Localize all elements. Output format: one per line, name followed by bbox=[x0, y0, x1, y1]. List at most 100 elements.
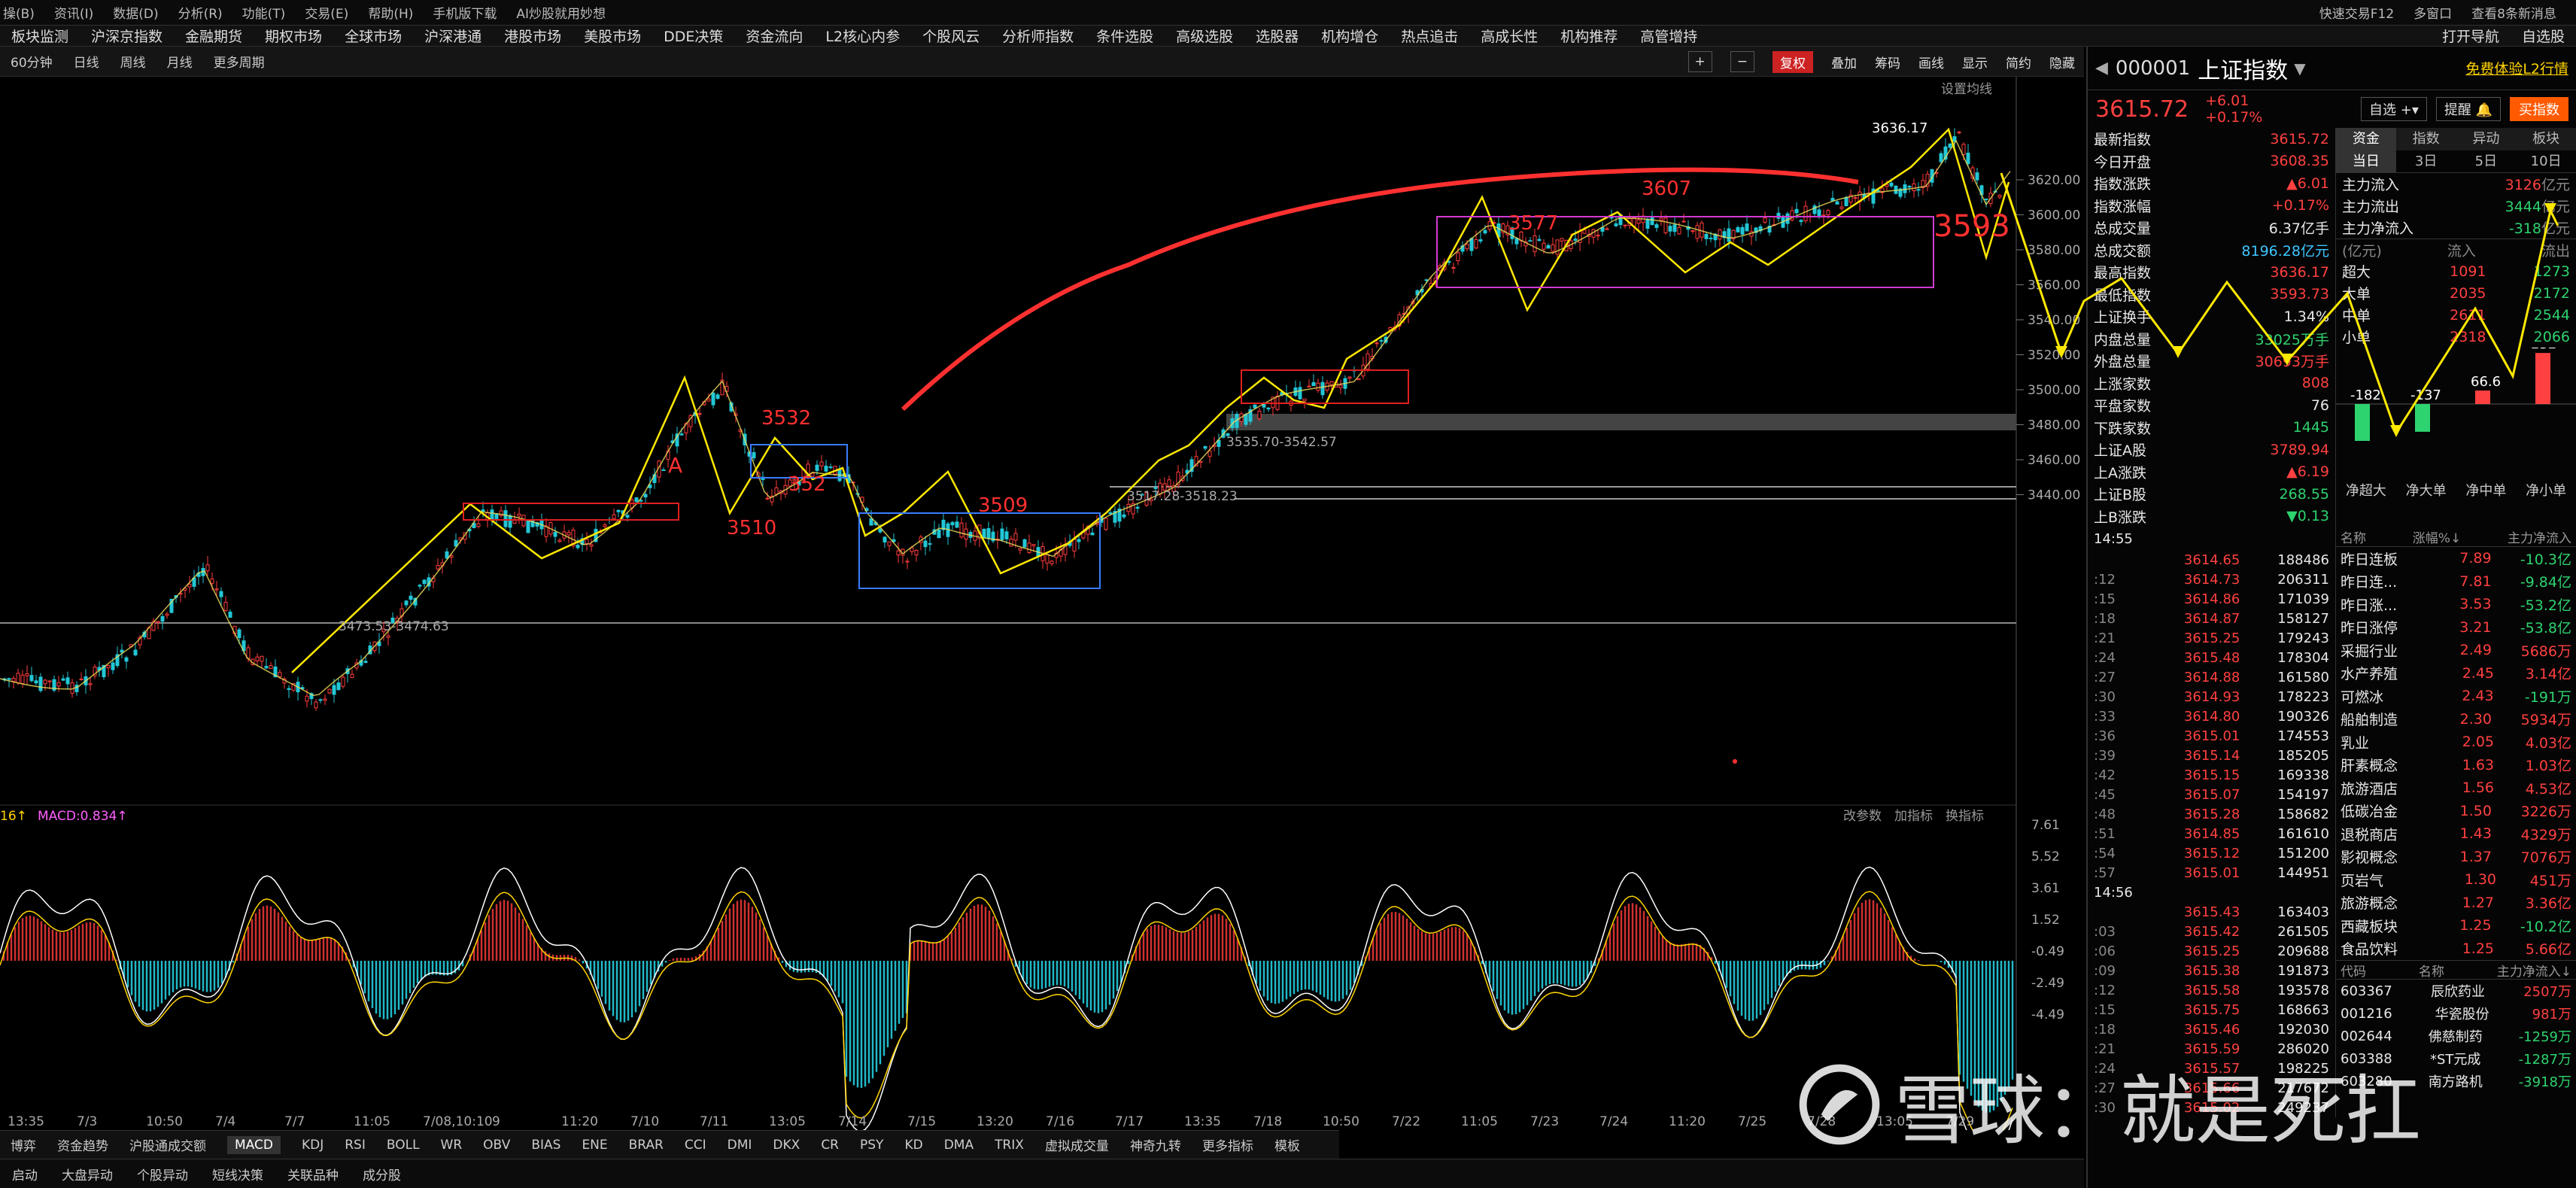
chart-tool-button[interactable]: 简约 bbox=[2006, 53, 2031, 71]
collapse-left-icon[interactable]: ◀ bbox=[2095, 59, 2108, 77]
nav-tab[interactable]: 高级选股 bbox=[1176, 26, 1233, 46]
sector-row[interactable]: 低碳冶金 1.50 3226万 bbox=[2336, 800, 2576, 823]
sector-row[interactable]: 旅游酒店 1.56 4.53亿 bbox=[2336, 776, 2576, 800]
sector-row[interactable]: 肝素概念 1.63 1.03亿 bbox=[2336, 754, 2576, 777]
period-tab[interactable]: 60分钟 bbox=[11, 52, 53, 71]
fund-tab[interactable]: 板块 bbox=[2516, 128, 2576, 150]
status-tab[interactable]: 个股异动 bbox=[137, 1165, 188, 1183]
status-tab[interactable]: 成分股 bbox=[363, 1165, 401, 1183]
nav-tab[interactable]: L2核心内参 bbox=[825, 26, 900, 46]
indicator-tab[interactable]: WR bbox=[441, 1138, 463, 1153]
fund-tab[interactable]: 指数 bbox=[2396, 128, 2456, 150]
indicator-tab[interactable]: 沪股通成交额 bbox=[129, 1135, 206, 1154]
sector-row[interactable]: 采掘行业 2.49 5686万 bbox=[2336, 639, 2576, 662]
sector-row[interactable]: 水产养殖 2.45 3.14亿 bbox=[2336, 662, 2576, 685]
indicator-tab[interactable]: TRIX bbox=[995, 1138, 1024, 1153]
nav-tab[interactable]: 沪深港通 bbox=[424, 26, 481, 46]
nav-tab[interactable]: 港股市场 bbox=[504, 26, 561, 46]
flow-period-tab[interactable]: 5日 bbox=[2456, 150, 2517, 172]
sector-row[interactable]: 页岩气 1.30 451万 bbox=[2336, 868, 2576, 892]
period-tab[interactable]: 更多周期 bbox=[214, 52, 265, 71]
indicator-tab[interactable]: KD bbox=[904, 1138, 922, 1153]
sector-row[interactable]: 旅游概念 1.27 3.36亿 bbox=[2336, 892, 2576, 915]
nav-tab[interactable]: 高成长性 bbox=[1481, 26, 1538, 46]
sector-row[interactable]: 昨日连板 7.89 -10.3亿 bbox=[2336, 547, 2576, 570]
menu-item[interactable]: 手机版下载 bbox=[433, 3, 497, 22]
chart-tool-button[interactable]: 筹码 bbox=[1875, 53, 1900, 71]
chart-tool-button[interactable]: 隐藏 bbox=[2049, 53, 2075, 71]
alert-button[interactable]: 提醒 🔔 bbox=[2435, 97, 2501, 121]
tick-list[interactable]: 14:55 3614.65 188486:12 3614.73 206311:15 361… bbox=[2088, 527, 2336, 1117]
nav-tab[interactable]: 板块监测 bbox=[11, 26, 68, 46]
chart-tool-button[interactable]: + bbox=[1687, 51, 1712, 72]
indicator-tab[interactable]: RSI bbox=[345, 1138, 366, 1153]
nav-tab[interactable]: 打开导航 bbox=[2442, 26, 2499, 46]
fav-button[interactable]: 自选 +▾ bbox=[2361, 97, 2427, 121]
nav-tab[interactable]: 机构增仓 bbox=[1321, 26, 1378, 46]
status-tab[interactable]: 关联品种 bbox=[287, 1165, 339, 1183]
fund-tab[interactable]: 资金 bbox=[2336, 128, 2396, 150]
macd-control-button[interactable]: 改参数 bbox=[1843, 809, 1882, 824]
menu-item[interactable]: 功能(T) bbox=[242, 3, 286, 22]
nav-tab[interactable]: 自选股 bbox=[2522, 26, 2565, 46]
sector-row[interactable]: 昨日连... 7.81 -9.84亿 bbox=[2336, 570, 2576, 594]
indicator-tab[interactable]: DMI bbox=[728, 1138, 752, 1153]
nav-tab[interactable]: 资金流向 bbox=[746, 26, 803, 46]
indicator-tab[interactable]: 模板 bbox=[1274, 1135, 1300, 1154]
l2-link[interactable]: 免费体验L2行情 bbox=[2465, 58, 2568, 78]
macd-control-button[interactable]: 换指标 bbox=[1946, 809, 1984, 824]
chart-tool-button[interactable]: 显示 bbox=[1962, 53, 1988, 71]
buy-index-button[interactable]: 买指数 bbox=[2510, 97, 2568, 121]
menu-item[interactable]: 快速交易F12 bbox=[2319, 3, 2394, 22]
stock-row[interactable]: 001216 华瓷股份 981万 bbox=[2336, 1002, 2576, 1025]
nav-tab[interactable]: 高管增持 bbox=[1640, 26, 1697, 46]
chart-tool-button[interactable]: 复权 bbox=[1773, 50, 1813, 73]
indicator-tab[interactable]: OBV bbox=[483, 1138, 510, 1153]
status-tab[interactable]: 大盘异动 bbox=[62, 1165, 113, 1183]
macd-control-button[interactable]: 加指标 bbox=[1894, 809, 1933, 824]
period-tab[interactable]: 周线 bbox=[120, 52, 146, 71]
indicator-tab[interactable]: 博弈 bbox=[11, 1135, 36, 1154]
sector-row[interactable]: 退税商店 1.43 4329万 bbox=[2336, 822, 2576, 846]
sector-row[interactable]: 食品饮料 1.25 5.66亿 bbox=[2336, 937, 2576, 961]
ma-settings-link[interactable]: 设置均线 bbox=[1941, 82, 1992, 97]
nav-tab[interactable]: 期权市场 bbox=[265, 26, 322, 46]
nav-tab[interactable]: 条件选股 bbox=[1096, 26, 1153, 46]
menu-item[interactable]: 多窗口 bbox=[2413, 3, 2452, 22]
menu-item[interactable]: 资讯(I) bbox=[54, 3, 93, 22]
menu-item[interactable]: 帮助(H) bbox=[368, 3, 413, 22]
nav-tab[interactable]: 机构推荐 bbox=[1560, 26, 1618, 46]
sector-row[interactable]: 影视概念 1.37 7076万 bbox=[2336, 846, 2576, 869]
nav-tab[interactable]: 全球市场 bbox=[345, 26, 402, 46]
fund-tab[interactable]: 异动 bbox=[2456, 128, 2517, 150]
indicator-tab[interactable]: 虚拟成交量 bbox=[1045, 1135, 1109, 1154]
period-tab[interactable]: 月线 bbox=[167, 52, 193, 71]
chart-tool-button[interactable]: − bbox=[1730, 51, 1754, 72]
nav-tab[interactable]: 沪深京指数 bbox=[91, 26, 163, 46]
menu-item[interactable]: 交易(E) bbox=[305, 3, 348, 22]
menu-item[interactable]: 分析(R) bbox=[178, 3, 223, 22]
indicator-tab[interactable]: KDJ bbox=[302, 1138, 324, 1153]
menu-item[interactable]: 操(B) bbox=[3, 3, 35, 22]
nav-tab[interactable]: 热点追击 bbox=[1401, 26, 1458, 46]
indicator-tab[interactable]: BOLL bbox=[387, 1138, 420, 1153]
sector-list[interactable]: 昨日连板 7.89 -10.3亿 昨日连... 7.81 -9.84亿 昨日涨... 3.53… bbox=[2336, 547, 2576, 960]
sector-row[interactable]: 昨日涨... 3.53 -53.2亿 bbox=[2336, 593, 2576, 616]
status-tab[interactable]: 启动 bbox=[12, 1165, 38, 1183]
indicator-tab[interactable]: PSY bbox=[860, 1138, 883, 1153]
nav-tab[interactable]: 选股器 bbox=[1256, 26, 1299, 46]
indicator-tab[interactable]: CR bbox=[821, 1138, 839, 1153]
nav-tab[interactable]: 美股市场 bbox=[584, 26, 641, 46]
nav-tab[interactable]: 金融期货 bbox=[185, 26, 242, 46]
menu-item[interactable]: AI炒股就用妙想 bbox=[516, 3, 606, 22]
kline-chart[interactable]: 3620.00 3600.00 3580.00 3560.00 3540.00 3520.… bbox=[0, 77, 2084, 1130]
indicator-tab[interactable]: 神奇九转 bbox=[1130, 1135, 1181, 1154]
indicator-tab[interactable]: BIAS bbox=[531, 1138, 560, 1153]
nav-tab[interactable]: 分析师指数 bbox=[1002, 26, 1074, 46]
indicator-tab[interactable]: DKX bbox=[773, 1138, 800, 1153]
menu-item[interactable]: 数据(D) bbox=[113, 3, 158, 22]
chart-tool-button[interactable]: 画线 bbox=[1918, 53, 1944, 71]
stock-row[interactable]: 002644 佛慈制药 -1259万 bbox=[2336, 1025, 2576, 1047]
sector-row[interactable]: 昨日涨停 3.21 -53.8亿 bbox=[2336, 616, 2576, 640]
indicator-tab[interactable]: CCI bbox=[685, 1138, 706, 1153]
